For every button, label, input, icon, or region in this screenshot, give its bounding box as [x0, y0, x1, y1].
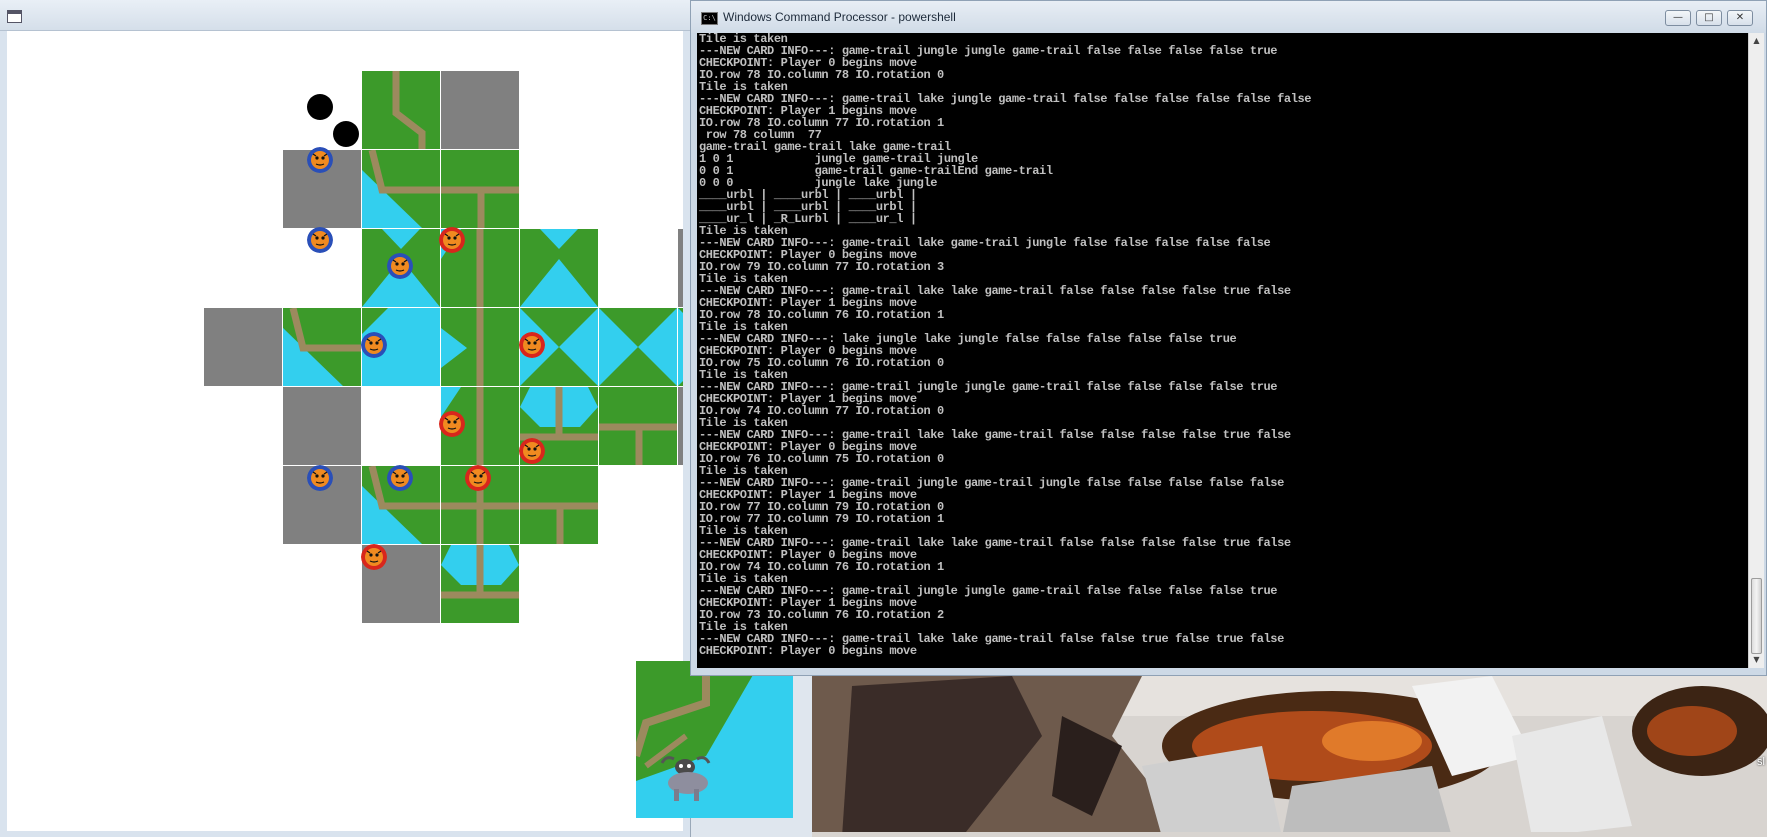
- map-tile[interactable]: [520, 466, 598, 544]
- buffalo-icon: [658, 753, 713, 805]
- desktop-wallpaper: [812, 676, 1767, 837]
- tiger-icon-red: [519, 438, 545, 464]
- map-tile[interactable]: [362, 150, 440, 228]
- console-title: Windows Command Processor - powershell: [723, 10, 956, 24]
- console-output[interactable]: Tile is taken ---NEW CARD INFO---: game-…: [697, 33, 1748, 668]
- maximize-button[interactable]: □: [1696, 10, 1722, 26]
- tiger-icon-red: [465, 465, 491, 491]
- map-tile[interactable]: [441, 150, 519, 228]
- map-tile[interactable]: [441, 308, 519, 386]
- console-app-icon[interactable]: C:\: [701, 12, 718, 25]
- tiger-icon-red: [439, 411, 465, 437]
- map-tile[interactable]: [441, 545, 519, 623]
- pit-marker: [307, 94, 333, 120]
- console-text: Tile is taken ---NEW CARD INFO---: game-…: [699, 33, 1312, 658]
- scroll-thumb[interactable]: [1751, 578, 1762, 654]
- map-tile[interactable]: [599, 308, 677, 386]
- close-button[interactable]: ✕: [1727, 10, 1753, 26]
- next-card-preview[interactable]: [636, 661, 793, 818]
- app-window-icon[interactable]: [7, 10, 22, 23]
- tiger-icon-blue: [361, 332, 387, 358]
- tiger-icon-blue: [387, 253, 413, 279]
- tiger-icon-blue: [307, 227, 333, 253]
- map-tile[interactable]: [283, 308, 361, 386]
- empty-slot[interactable]: [678, 229, 683, 307]
- game-titlebar[interactable]: [0, 0, 690, 31]
- empty-slot[interactable]: [283, 387, 361, 465]
- map-tile[interactable]: [362, 71, 440, 149]
- scroll-down-icon[interactable]: ▼: [1750, 654, 1763, 666]
- game-window: [0, 0, 691, 837]
- tiger-icon-red: [439, 227, 465, 253]
- empty-slot[interactable]: [678, 387, 683, 465]
- tiger-icon-blue: [387, 465, 413, 491]
- map-tile[interactable]: [599, 387, 677, 465]
- scroll-up-icon[interactable]: ▲: [1750, 35, 1763, 47]
- console-window: C:\ Windows Command Processor - powershe…: [690, 0, 1767, 676]
- tiger-icon-red: [519, 332, 545, 358]
- console-scrollbar[interactable]: ▲ ▼: [1748, 33, 1764, 668]
- map-tile[interactable]: [678, 308, 683, 386]
- tiger-icon-blue: [307, 147, 333, 173]
- pit-marker: [333, 121, 359, 147]
- minimize-button[interactable]: —: [1665, 10, 1691, 26]
- map-tile[interactable]: [520, 229, 598, 307]
- tiger-icon-red: [361, 544, 387, 570]
- desktop-shortcut-label[interactable]: sl: [1757, 756, 1765, 768]
- empty-slot[interactable]: [441, 71, 519, 149]
- game-board[interactable]: [7, 31, 683, 831]
- console-titlebar[interactable]: C:\ Windows Command Processor - powershe…: [691, 1, 1766, 33]
- empty-slot[interactable]: [204, 308, 282, 386]
- tiger-icon-blue: [307, 465, 333, 491]
